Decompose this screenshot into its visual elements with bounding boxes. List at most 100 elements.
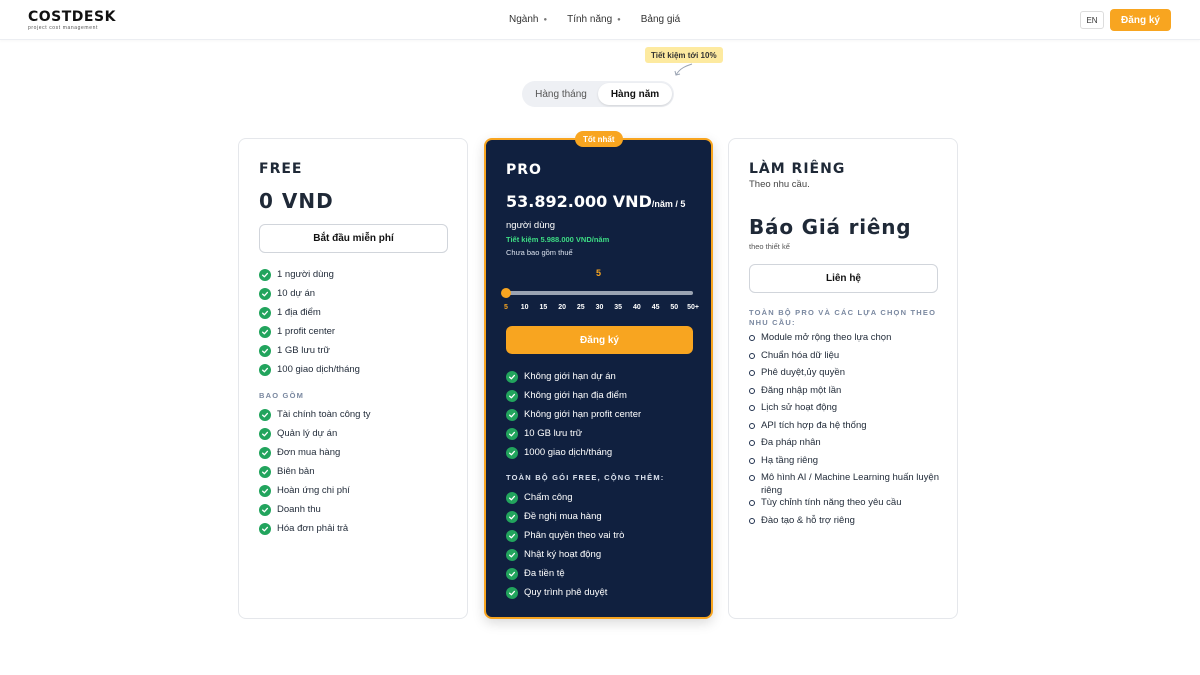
circle-bullet-icon [749, 475, 755, 481]
check-icon [259, 408, 271, 421]
list-item: Đăng nhập một lần [749, 385, 944, 403]
user-slider-track[interactable] [501, 288, 693, 298]
dropdown-dot-icon: ● [543, 16, 548, 23]
list-item-label: Biên bản [277, 466, 315, 477]
check-icon [259, 344, 271, 357]
logo[interactable]: COSTDESK project cost management [28, 10, 116, 31]
list-item: Hóa đơn phải trả [259, 519, 370, 538]
includes-label: TOÀN BỘ PRO VÀ CÁC LỰA CHỌN THEO NHU CẦU… [749, 308, 937, 327]
circle-bullet-icon [749, 440, 755, 446]
list-item: Lịch sử hoạt động [749, 402, 944, 420]
circle-bullet-icon [749, 500, 755, 506]
includes-list: Module mở rộng theo lựa chọn Chuẩn hóa dữ… [749, 332, 944, 532]
nav-pricing[interactable]: Bảng giá [641, 14, 680, 25]
feature-list: 1 người dùng 10 dự án 1 địa điểm 1 profit c… [259, 265, 360, 379]
list-item: Đa pháp nhân [749, 437, 944, 455]
plus-label: TOÀN BỘ GÓI FREE, CỘNG THÊM: [506, 473, 665, 482]
nav-industry-label: Ngành [509, 14, 539, 25]
plan-subtitle: Theo nhu cầu. [749, 179, 810, 190]
list-item: Nhật ký hoạt động [506, 545, 624, 564]
price-note: theo thiết kế [749, 242, 790, 251]
list-item-label: Không giới hạn profit center [524, 409, 642, 420]
check-icon [259, 522, 271, 535]
list-item: Hạ tầng riêng [749, 455, 944, 473]
list-item: Đào tạo & hỗ trợ riêng [749, 515, 944, 533]
contact-button[interactable]: Liên hệ [749, 264, 938, 293]
circle-bullet-icon [749, 370, 755, 376]
list-item-label: API tích hợp đa hệ thống [761, 419, 867, 431]
nav-features[interactable]: Tính năng ● [567, 14, 621, 25]
list-item-label: Tài chính toàn công ty [277, 409, 371, 420]
list-item: Không giới hạn địa điểm [506, 386, 641, 405]
list-item: 10 GB lưu trữ [506, 424, 641, 443]
list-item-label: Hoàn ứng chi phí [277, 485, 350, 496]
list-item-label: Quản lý dự án [277, 428, 338, 439]
check-icon [506, 510, 518, 523]
list-item-label: 10 GB lưu trữ [524, 428, 583, 439]
list-item-label: Chuẩn hóa dữ liệu [761, 349, 840, 361]
check-icon [259, 268, 271, 281]
toggle-monthly[interactable]: Hàng tháng [524, 83, 598, 105]
plan-price-suffix: /năm / 5 [651, 199, 686, 209]
check-icon [259, 484, 271, 497]
savings-text: Tiết kiệm 5.988.000 VND/năm [506, 235, 610, 244]
list-item-label: Nhật ký hoạt động [524, 549, 602, 560]
list-item: 10 dự án [259, 284, 360, 303]
slider-value: 5 [596, 268, 602, 278]
circle-bullet-icon [749, 422, 755, 429]
list-item-label: 1 GB lưu trữ [277, 345, 330, 356]
list-item-label: Hạ tầng riêng [761, 454, 819, 466]
circle-bullet-icon [749, 517, 755, 524]
logo-text: COSTDESK [28, 9, 116, 25]
check-icon [259, 325, 271, 338]
list-item-label: Quy trình phê duyệt [524, 587, 608, 598]
list-item-label: 1 địa điểm [277, 307, 321, 318]
slider-ticks: 5 10 15 20 25 30 35 40 45 50 50+ [502, 304, 700, 314]
savings-badge: Tiết kiệm tới 10% [645, 47, 723, 63]
circle-bullet-icon [749, 352, 755, 359]
list-item: API tích hợp đa hệ thống [749, 420, 944, 438]
check-icon [506, 370, 518, 383]
plan-price: 53.892.000 VND [506, 192, 652, 211]
top-header: COSTDESK project cost management Ngành ●… [0, 0, 1200, 40]
list-item: Phân quyền theo vai trò [506, 526, 624, 545]
plan-price: 0 VND [259, 189, 334, 213]
list-item-label: 10 dự án [277, 288, 316, 299]
check-icon [506, 389, 518, 402]
nav-features-label: Tính năng [567, 14, 613, 25]
list-item: Chuẩn hóa dữ liệu [749, 350, 944, 368]
language-switch[interactable]: EN [1080, 11, 1104, 29]
list-item: Module mở rộng theo lựa chọn [749, 332, 944, 350]
list-item-label: Không giới hạn dự án [524, 371, 616, 382]
check-icon [259, 427, 271, 440]
plan-card-pro: PRO 53.892.000 VND/năm / 5 người dùng Ti… [484, 138, 713, 619]
check-icon [506, 567, 518, 580]
list-item: 1 người dùng [259, 265, 360, 284]
list-item: 100 giao dịch/tháng [259, 360, 360, 379]
nav-industry[interactable]: Ngành ● [509, 14, 547, 25]
list-item-label: 1 profit center [277, 326, 336, 337]
check-icon [259, 306, 271, 319]
list-item-label: Lịch sử hoạt động [761, 402, 838, 413]
slider-tick-label: 15 [539, 304, 548, 311]
slider-tick-label: 25 [576, 304, 585, 311]
main-nav: Ngành ● Tính năng ● Bảng giá [509, 14, 680, 25]
list-item: Quản lý dự án [259, 424, 370, 443]
list-item: 1 địa điểm [259, 303, 360, 322]
list-item: 1000 giao dịch/tháng [506, 443, 641, 462]
list-item-label: 1000 giao dịch/tháng [524, 447, 613, 458]
check-icon [506, 408, 518, 421]
slider-handle[interactable] [501, 288, 511, 298]
slider-tick-label: 50+ [687, 304, 699, 311]
check-icon [506, 491, 518, 504]
list-item-label: Đa pháp nhân [761, 437, 821, 448]
start-free-button[interactable]: Bắt đầu miễn phí [259, 224, 448, 253]
pro-signup-button[interactable]: Đăng ký [506, 326, 693, 354]
list-item-label: Đơn mua hàng [277, 447, 341, 458]
signup-button[interactable]: Đăng ký [1110, 9, 1171, 31]
toggle-yearly[interactable]: Hàng năm [598, 83, 672, 105]
tax-note: Chưa bao gồm thuế [506, 248, 573, 257]
billing-toggle: Hàng tháng Hàng năm [522, 81, 674, 107]
list-item: Không giới hạn dự án [506, 367, 641, 386]
list-item: Phê duyệt,ủy quyền [749, 367, 944, 385]
